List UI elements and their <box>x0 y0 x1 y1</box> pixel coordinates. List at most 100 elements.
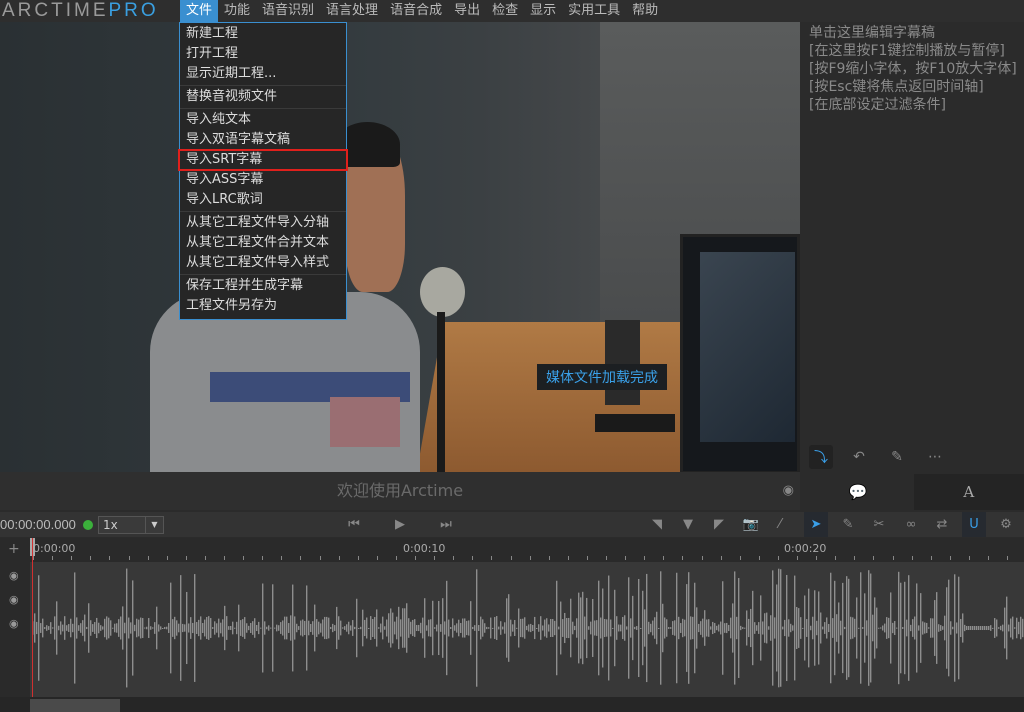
gear-icon[interactable]: ⚙ <box>994 512 1018 537</box>
waveform-bar <box>404 608 406 648</box>
waveform-bar <box>124 622 126 634</box>
menu-item[interactable]: 显示 <box>524 0 562 22</box>
waveform-bar <box>466 620 468 636</box>
magnet-icon[interactable]: U <box>962 512 986 537</box>
waveform-bar <box>1018 621 1020 635</box>
waveform-bar <box>582 591 584 665</box>
mark-left-icon[interactable]: ◥ <box>645 512 669 537</box>
speed-select[interactable]: 1x ▼ <box>98 515 164 534</box>
waveform-bar <box>612 627 614 629</box>
waveform-bar <box>48 626 50 630</box>
waveform-bar <box>968 626 970 630</box>
pencil-icon[interactable]: ✎ <box>885 445 909 469</box>
more-icon[interactable]: ⋯ <box>923 445 947 469</box>
ruler-tick <box>529 556 531 560</box>
timeline-ruler[interactable]: + 0:00:00 0:00:10 0:00:20 <box>0 538 1024 562</box>
waveform-bar <box>854 618 856 638</box>
waveform-bar <box>798 608 800 648</box>
waveform-bar <box>656 611 658 645</box>
waveform-bar <box>366 617 368 639</box>
waveform-bar <box>844 626 846 630</box>
play-icon[interactable]: ▶ <box>388 512 412 537</box>
swap-icon[interactable]: ⇄ <box>930 512 954 537</box>
video-preview[interactable]: 媒体文件加载完成 <box>0 22 800 472</box>
insert-down-icon[interactable]: ⤵ <box>809 445 833 469</box>
eye-icon[interactable]: ◉ <box>9 617 19 630</box>
waveform-bar <box>714 622 716 634</box>
eye-icon[interactable]: ◉ <box>783 472 794 510</box>
waveform-bar <box>724 623 726 633</box>
add-track-icon[interactable]: + <box>8 541 20 557</box>
timeline-scrollbar[interactable] <box>0 697 1024 712</box>
audio-waveform[interactable] <box>30 562 1024 697</box>
waveform-bar <box>364 619 366 637</box>
next-icon[interactable]: ⏭ <box>434 512 458 537</box>
file-menu-item[interactable]: 替换音视频文件 <box>180 87 346 107</box>
playhead[interactable] <box>32 538 33 712</box>
previous-icon[interactable]: ⏮ <box>342 512 366 537</box>
menu-item[interactable]: 功能 <box>218 0 256 22</box>
eye-icon[interactable]: ◉ <box>9 569 19 582</box>
pointer-icon[interactable]: ➤ <box>804 512 828 537</box>
edit-icon[interactable]: ✎ <box>836 512 860 537</box>
file-menu-item[interactable]: 从其它工程文件导入分轴 <box>180 213 346 233</box>
waveform-bar <box>814 590 816 666</box>
waveform-bar <box>552 619 554 637</box>
ruler-tick <box>835 556 837 560</box>
scissors-icon[interactable]: ✂ <box>867 512 891 537</box>
waveform-bar <box>888 617 890 639</box>
camera-icon[interactable]: 📷 <box>739 512 763 537</box>
eye-icon[interactable]: ◉ <box>9 593 19 606</box>
menu-item[interactable]: 文件 <box>180 0 219 22</box>
file-menu-item[interactable]: 打开工程 <box>180 44 346 64</box>
wand-icon[interactable]: ⁄ <box>768 512 792 537</box>
menu-item[interactable]: 语言处理 <box>320 0 384 22</box>
mark-down-icon[interactable]: ▼ <box>676 512 700 537</box>
waveform-bar <box>288 623 290 633</box>
file-menu-item[interactable]: 新建工程 <box>180 24 346 44</box>
file-menu-item[interactable]: 导入双语字幕文稿 <box>180 130 346 150</box>
waveform-bar <box>710 626 712 630</box>
waveform-bar <box>424 598 426 658</box>
menu-item[interactable]: 语音识别 <box>256 0 320 22</box>
file-menu-item[interactable]: 从其它工程文件合并文本 <box>180 233 346 253</box>
waveform-bar <box>1016 617 1018 639</box>
waveform-bar <box>808 588 810 668</box>
waveform-bar <box>690 616 692 640</box>
menu-item[interactable]: 检查 <box>486 0 524 22</box>
link-icon[interactable]: ∞ <box>899 512 923 537</box>
waveform-bar <box>858 627 860 629</box>
menu-item[interactable]: 语音合成 <box>384 0 448 22</box>
ruler-tick <box>892 556 894 560</box>
timeline-tracks[interactable]: ◉ ◉ ◉ <box>0 562 1024 697</box>
waveform-bar <box>476 569 478 687</box>
file-menu-item[interactable]: 保存工程并生成字幕 <box>180 276 346 296</box>
tab-styles[interactable]: A <box>913 474 1024 510</box>
scrollbar-thumb[interactable] <box>30 699 120 712</box>
waveform-bar <box>840 620 842 636</box>
file-menu-item[interactable]: 导入SRT字幕 <box>178 149 348 171</box>
file-menu-item[interactable]: 导入纯文本 <box>180 110 346 130</box>
file-menu-item[interactable]: 显示近期工程... <box>180 64 346 84</box>
menu-item[interactable]: 导出 <box>448 0 486 22</box>
menu-item[interactable]: 实用工具 <box>562 0 626 22</box>
waveform-bar <box>1022 618 1024 638</box>
subtitle-text-editor[interactable]: 单击这里编辑字幕稿 [在这里按F1键控制播放与暂停] [按F9缩小字体，按F10放大… <box>803 22 1024 440</box>
waveform-bar <box>90 620 92 636</box>
waveform-bar <box>324 616 326 640</box>
waveform-bar <box>344 626 346 630</box>
ruler-tick <box>930 556 932 560</box>
file-menu-item[interactable]: 从其它工程文件导入样式 <box>180 253 346 273</box>
waveform-bar <box>150 626 152 630</box>
tab-subtitles[interactable]: 💬 <box>803 474 914 510</box>
mark-right-icon[interactable]: ◤ <box>707 512 731 537</box>
menu-item[interactable]: 帮助 <box>626 0 664 22</box>
file-menu-item[interactable]: 工程文件另存为 <box>180 296 346 316</box>
file-menu-item[interactable]: 导入LRC歌词 <box>180 190 346 210</box>
waveform-bar <box>986 626 988 630</box>
waveform-bar <box>226 616 228 640</box>
file-menu-item[interactable]: 导入ASS字幕 <box>180 170 346 190</box>
undo-icon[interactable]: ↶ <box>847 445 871 469</box>
waveform-bar <box>742 627 744 629</box>
ruler-tick <box>777 556 779 560</box>
